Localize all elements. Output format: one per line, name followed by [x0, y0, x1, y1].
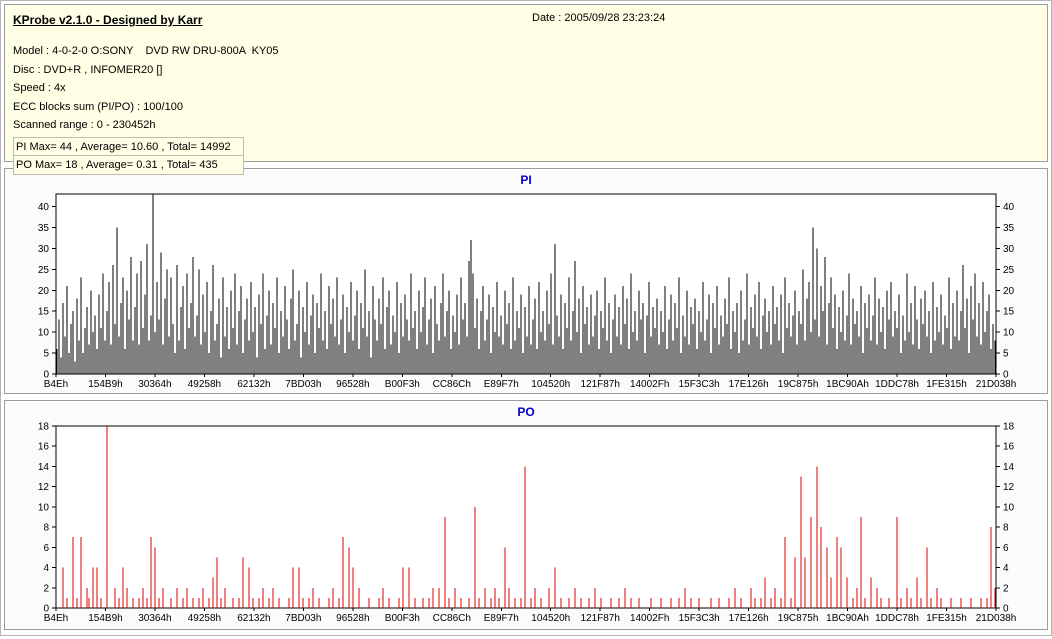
pi-chart-panel: PI 0 0 5 5 10 10 15 15 20 20 25 25 30 30 35 35 40 40 B4Eh 1… [4, 168, 1048, 394]
y-tick-label: 14 [1003, 462, 1015, 473]
x-tick-label: 19C875h [778, 379, 819, 390]
y-tick-label: 20 [1003, 286, 1015, 297]
x-tick-label: 104520h [531, 379, 570, 390]
info-scanned-range: Scanned range : 0 - 230452h [13, 119, 156, 131]
y-tick-label: 40 [38, 202, 50, 213]
x-tick-label: 49258h [188, 613, 221, 624]
x-tick-label: 15F3C3h [679, 379, 720, 390]
x-tick-label: 7BD03h [285, 613, 321, 624]
x-tick-label: 14002Fh [630, 613, 669, 624]
y-tick-label: 25 [1003, 265, 1015, 276]
x-tick-label: 7BD03h [285, 379, 321, 390]
y-tick-label: 16 [38, 442, 50, 453]
error-stats-box: PI Max= 44 , Average= 10.60 , Total= 149… [13, 136, 244, 175]
scan-date: Date : 2005/09/28 23:23:24 [532, 12, 666, 24]
y-tick-label: 16 [1003, 442, 1015, 453]
y-tick-label: 30 [1003, 244, 1015, 255]
x-tick-label: 62132h [237, 379, 270, 390]
y-tick-label: 18 [38, 422, 50, 433]
info-lines: Model : 4-0-2-0 O:SONY DVD RW DRU-800A K… [13, 42, 1039, 135]
x-tick-label: 96528h [336, 379, 369, 390]
pi-x-axis: B4Eh 154B9h 30364h 49258h 62132h 7BD03h 96528h… [44, 374, 1017, 390]
y-tick-label: 14 [38, 462, 50, 473]
y-tick-label: 30 [38, 244, 50, 255]
y-tick-label: 15 [38, 307, 50, 318]
x-tick-label: 17E126h [729, 379, 769, 390]
kprobe-window: KProbe v2.1.0 - Designed by Karr Date : … [1, 1, 1051, 639]
x-tick-label: 1FE315h [926, 379, 967, 390]
x-tick-label: 15F3C3h [679, 613, 720, 624]
y-tick-label: 5 [43, 349, 49, 360]
x-tick-label: 14002Fh [630, 379, 669, 390]
x-tick-label: 30364h [138, 613, 171, 624]
y-tick-label: 2 [43, 583, 49, 594]
x-tick-label: CC86Ch [433, 379, 471, 390]
x-tick-label: 49258h [188, 379, 221, 390]
info-speed: Speed : 4x [13, 82, 66, 94]
x-tick-label: 96528h [336, 613, 369, 624]
x-tick-label: B00F3h [385, 379, 420, 390]
x-tick-label: 1DDC78h [875, 379, 919, 390]
y-tick-label: 6 [1003, 543, 1009, 554]
x-tick-label: E89F7h [484, 379, 519, 390]
x-tick-label: 1BC90Ah [826, 379, 869, 390]
po-stats-line: PO Max= 18 , Average= 0.31 , Total= 435 [16, 158, 218, 171]
x-tick-label: 104520h [531, 613, 570, 624]
y-tick-label: 10 [38, 502, 50, 513]
x-tick-label: 1FE315h [926, 613, 967, 624]
y-tick-label: 18 [1003, 422, 1015, 433]
y-tick-label: 35 [38, 223, 50, 234]
x-tick-label: 154B9h [88, 379, 122, 390]
pi-chart-title: PI [520, 173, 532, 187]
po-chart-title: PO [517, 405, 535, 419]
po-chart-panel: PO 0 0 2 2 4 4 6 6 8 8 10 10 12 12 14 14 16 16 18 18 B4Eh 154… [4, 400, 1048, 630]
x-tick-label: 21D038h [976, 379, 1017, 390]
x-tick-label: B00F3h [385, 613, 420, 624]
y-tick-label: 12 [1003, 482, 1015, 493]
app-title: KProbe v2.1.0 - Designed by Karr [13, 13, 203, 27]
x-tick-label: 62132h [237, 613, 270, 624]
po-chart: 0 02 24 46 68 810 1012 1214 1416 1618 18B4Eh 154B9h… [38, 422, 1017, 624]
info-disc: Disc : DVD+R , INFOMER20 [] [13, 63, 163, 76]
y-tick-label: 8 [1003, 523, 1009, 534]
x-tick-label: 21D038h [976, 613, 1017, 624]
y-tick-label: 6 [43, 543, 49, 554]
x-tick-label: 121F87h [580, 613, 619, 624]
x-tick-label: 1BC90Ah [826, 613, 869, 624]
y-tick-label: 40 [1003, 202, 1015, 213]
x-tick-label: 1DDC78h [875, 613, 919, 624]
x-tick-label: 17E126h [729, 613, 769, 624]
x-tick-label: 30364h [138, 379, 171, 390]
y-tick-label: 10 [38, 328, 50, 339]
y-tick-label: 20 [38, 286, 50, 297]
y-tick-label: 15 [1003, 307, 1015, 318]
pi-stats-line: PI Max= 44 , Average= 10.60 , Total= 149… [14, 138, 243, 156]
pi-chart: 0 05 510 1015 1520 2025 2530 3035 3540 40B4Eh 154B… [38, 193, 1017, 390]
x-tick-label: E89F7h [484, 613, 519, 624]
y-tick-label: 25 [38, 265, 50, 276]
y-tick-label: 5 [1003, 349, 1009, 360]
y-tick-label: 2 [1003, 583, 1009, 594]
y-tick-label: 4 [1003, 563, 1009, 574]
y-tick-label: 8 [43, 523, 49, 534]
x-tick-label: 154B9h [88, 613, 122, 624]
y-tick-label: 4 [43, 563, 49, 574]
x-tick-label: CC86Ch [433, 613, 471, 624]
po-x-axis: B4Eh 154B9h 30364h 49258h 62132h 7BD03h 96528h… [44, 608, 1017, 624]
y-tick-label: 35 [1003, 223, 1015, 234]
info-model: Model : 4-0-2-0 O:SONY DVD RW DRU-800A K… [13, 45, 279, 57]
x-tick-label: B4Eh [44, 613, 68, 624]
po-plot-area [55, 425, 997, 609]
x-tick-label: 121F87h [580, 379, 619, 390]
scan-info-panel: KProbe v2.1.0 - Designed by Karr Date : … [4, 4, 1048, 175]
y-tick-label: 12 [38, 482, 50, 493]
info-ecc-blocks: ECC blocks sum (PI/PO) : 100/100 [13, 100, 183, 113]
y-tick-label: 10 [1003, 328, 1015, 339]
x-tick-label: 19C875h [778, 613, 819, 624]
y-tick-label: 10 [1003, 502, 1015, 513]
x-tick-label: B4Eh [44, 379, 68, 390]
